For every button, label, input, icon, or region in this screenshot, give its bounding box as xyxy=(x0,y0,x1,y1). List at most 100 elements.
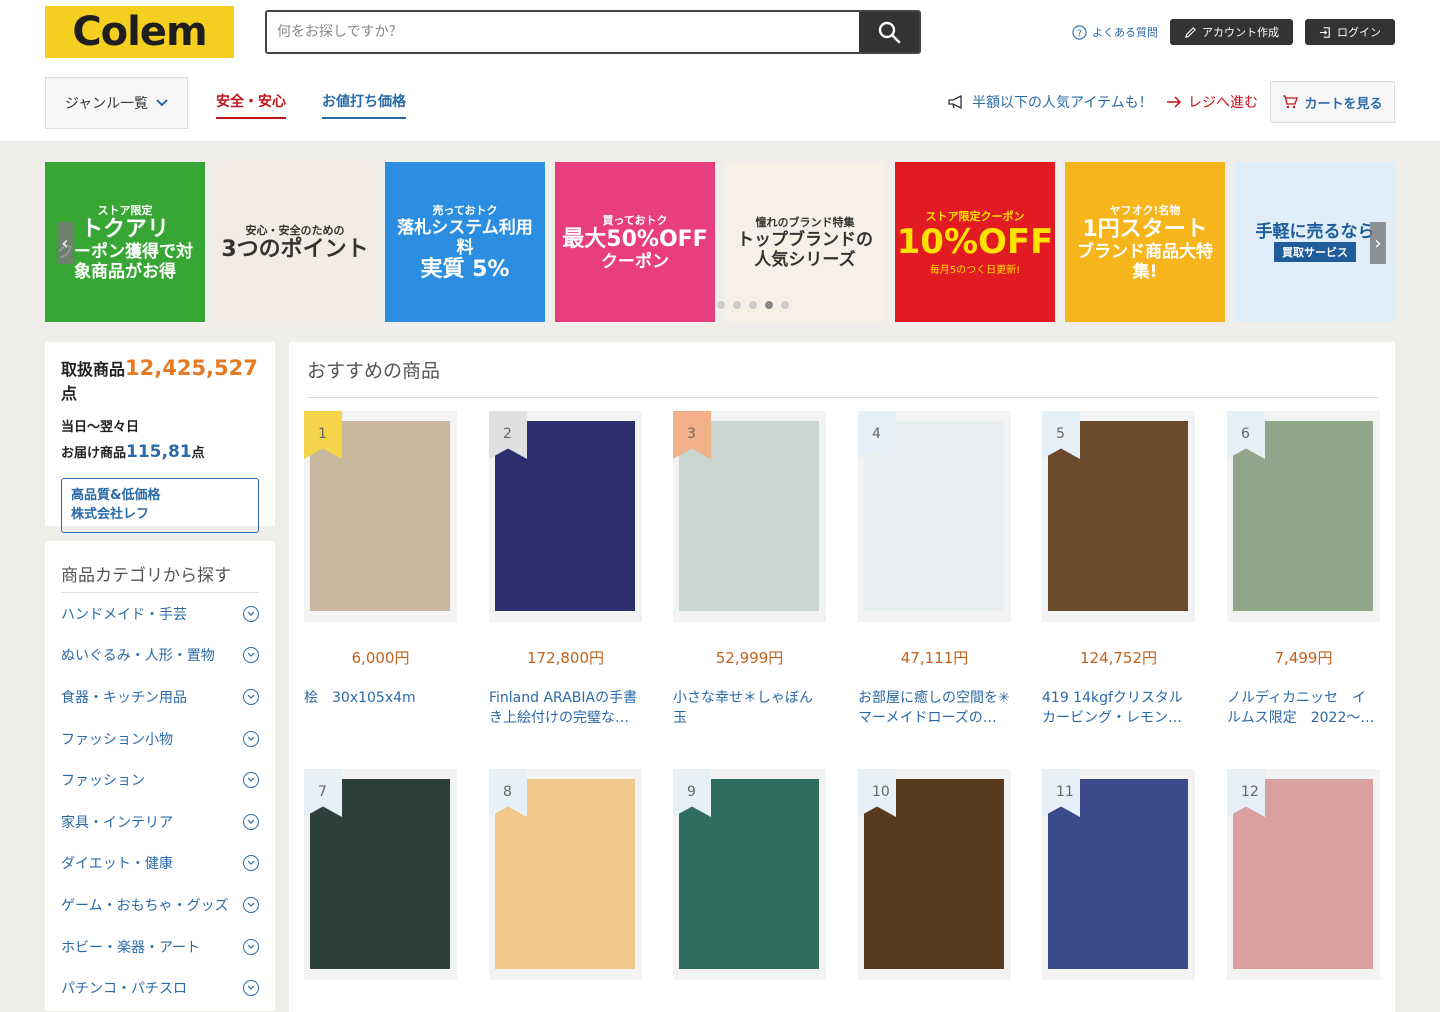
category-item[interactable]: ホビー・楽器・アート xyxy=(61,926,259,968)
carousel-dot-active[interactable] xyxy=(765,301,773,309)
product-thumbnail[interactable]: 9 xyxy=(673,769,826,980)
tab-safety[interactable]: 安全・安心 xyxy=(216,91,286,119)
product-thumbnail[interactable]: 12 xyxy=(1227,769,1380,980)
carousel-dots xyxy=(717,301,789,309)
delivery-line1: 当日〜翌々日 xyxy=(61,420,140,435)
carousel-dot[interactable] xyxy=(717,301,725,309)
product-thumbnail[interactable]: 1 xyxy=(304,411,457,622)
product-thumbnail[interactable]: 3 xyxy=(673,411,826,622)
category-label: ダイエット・健康 xyxy=(61,856,173,873)
banner-text: 落札システム利用料 xyxy=(397,217,533,258)
category-label: パチンコ・パチスロ xyxy=(61,981,187,998)
search-button[interactable] xyxy=(859,12,919,52)
carousel-dot[interactable] xyxy=(781,301,789,309)
product-name[interactable]: 小さな幸せ＊しゃぼん玉 xyxy=(673,688,826,729)
cart-label: カートを見る xyxy=(1304,96,1383,112)
product-price: 6,000円 xyxy=(351,649,410,667)
banner-text: 3つのポイント xyxy=(221,236,369,262)
logo-text: Colem xyxy=(72,9,207,55)
create-account-button[interactable]: アカウント作成 xyxy=(1170,19,1293,45)
product-thumbnail[interactable]: 2 xyxy=(489,411,642,622)
product-name[interactable]: Finland ARABIAの手書き上絵付けの完璧な… xyxy=(489,688,642,729)
chevron-down-icon[interactable] xyxy=(243,938,259,955)
product-thumbnail[interactable]: 8 xyxy=(489,769,642,980)
product-thumbnail[interactable]: 7 xyxy=(304,769,457,980)
shop-line2: 株式会社レフ xyxy=(71,507,150,523)
shop-link[interactable]: 高品質&低価格 株式会社レフ xyxy=(61,477,259,533)
shop-line1: 高品質&低価格 xyxy=(71,487,161,503)
banner-text: 10%OFF xyxy=(896,221,1054,262)
promo-text: 半額以下の人気アイテムも！ xyxy=(972,95,1153,111)
banner-text: 最大50%OFF xyxy=(562,226,708,252)
login-button[interactable]: ログイン xyxy=(1305,19,1395,45)
stats-panel: 取扱商品12,425,527点 当日〜翌々日 お届け商品115,81点 高品質&… xyxy=(45,342,275,533)
carousel-dot[interactable] xyxy=(749,301,757,309)
search-input[interactable] xyxy=(267,12,859,52)
category-item[interactable]: ダイエット・健康 xyxy=(61,843,259,885)
product-thumbnail[interactable]: 5 xyxy=(1042,411,1195,622)
genre-dropdown[interactable]: ジャンル一覧 xyxy=(45,77,188,129)
banner-text: ヤフオク!名物 xyxy=(1109,203,1181,217)
chevron-down-icon[interactable] xyxy=(243,688,259,705)
category-item[interactable]: ファッション xyxy=(61,759,259,801)
product-thumbnail[interactable]: 10 xyxy=(858,769,1011,980)
chevron-down-icon[interactable] xyxy=(243,813,259,830)
product-thumbnail[interactable]: 11 xyxy=(1042,769,1195,980)
product-price: 7,499円 xyxy=(1274,649,1333,667)
chevron-down-icon[interactable] xyxy=(243,855,259,872)
chevron-down-icon[interactable] xyxy=(243,730,259,747)
banner-item[interactable]: 売っておトク 落札システム利用料 実質 5% xyxy=(385,162,545,322)
category-label: ファッション小物 xyxy=(61,731,173,748)
faq-link[interactable]: ? よくある質問 xyxy=(1072,24,1158,40)
chevron-down-icon[interactable] xyxy=(243,647,259,664)
banner-item[interactable]: ストア限定クーポン 10%OFF 毎月5のつく日更新! xyxy=(895,162,1055,322)
search-bar xyxy=(265,10,921,54)
category-label: ゲーム・おもちゃ・グッズ xyxy=(61,897,229,914)
delivery-line2: お届け商品115,81点 xyxy=(61,439,259,466)
delivery-label: お届け商品 xyxy=(61,445,127,461)
product-thumbnail[interactable]: 4 xyxy=(858,411,1011,622)
chevron-down-icon[interactable] xyxy=(243,896,259,913)
tab-value-price[interactable]: お値打ち価格 xyxy=(322,91,406,119)
arrow-right-icon xyxy=(1167,96,1182,108)
product-thumbnail[interactable]: 6 xyxy=(1227,411,1380,622)
promo-link[interactable]: 半額以下の人気アイテムも！ xyxy=(948,92,1153,112)
chevron-down-icon[interactable] xyxy=(243,980,259,997)
header-links: ? よくある質問 アカウント作成 ログイン xyxy=(1072,19,1395,45)
banner-item[interactable]: 憧れのブランド特集 トップブランドの 人気シリーズ xyxy=(725,162,885,322)
cart-button[interactable]: カートを見る xyxy=(1270,81,1395,123)
carousel-dot[interactable] xyxy=(733,301,741,309)
banner-item[interactable]: 安心・安全のための 3つのポイント xyxy=(215,162,375,322)
header: Colem ? よくある質問 アカウント作成 ログイン xyxy=(0,0,1440,70)
product-name[interactable]: ノルディカニッセ イルムス限定 2022〜… xyxy=(1227,688,1380,729)
banner-item[interactable]: 買っておトク 最大50%OFF クーポン xyxy=(555,162,715,322)
category-item[interactable]: パチンコ・パチスロ xyxy=(61,967,259,1009)
banner-item[interactable]: ヤフオク!名物 1円スタート ブランド商品大特集! xyxy=(1065,162,1225,322)
banner-text: クーポン xyxy=(601,251,669,272)
category-item[interactable]: 家具・インテリア xyxy=(61,801,259,843)
chevron-down-icon[interactable] xyxy=(243,605,259,622)
banner-text: トップブランドの xyxy=(737,229,873,250)
question-circle-icon: ? xyxy=(1072,24,1087,40)
banner-text: 1円スタート xyxy=(1082,216,1208,242)
carousel-next-button[interactable]: › xyxy=(1370,222,1386,264)
product-name[interactable]: 桧 30x105x4m xyxy=(304,688,457,708)
category-item[interactable]: ハンドメイド・手芸 xyxy=(61,593,259,635)
chevron-down-icon[interactable] xyxy=(243,772,259,789)
product-name[interactable]: 419 14kgfクリスタルカービング・レモンク… xyxy=(1042,688,1195,729)
category-item[interactable]: ゲーム・おもちゃ・グッズ xyxy=(61,884,259,926)
banner-text: ブランド商品大特集! xyxy=(1077,241,1213,283)
site-logo[interactable]: Colem xyxy=(45,6,234,58)
login-icon xyxy=(1319,26,1330,38)
category-list: ハンドメイド・手芸 ぬいぐるみ・人形・置物 食器・キッチン用品 ファッション小物… xyxy=(61,593,259,1009)
checkout-link[interactable]: レジへ進む xyxy=(1166,92,1258,112)
carousel-prev-button[interactable]: ‹ xyxy=(57,222,73,264)
total-label: 取扱商品 xyxy=(61,360,126,379)
category-item[interactable]: ぬいぐるみ・人形・置物 xyxy=(61,635,259,677)
faq-label: よくある質問 xyxy=(1092,26,1158,39)
product-name[interactable]: お部屋に癒しの空間を✳︎マーメイドローズの… xyxy=(858,688,1011,729)
banner-text: 売っておトク xyxy=(432,203,498,217)
category-item[interactable]: 食器・キッチン用品 xyxy=(61,676,259,718)
category-item[interactable]: ファッション小物 xyxy=(61,718,259,760)
delivery-items: 当日〜翌々日 お届け商品115,81点 xyxy=(61,418,259,466)
